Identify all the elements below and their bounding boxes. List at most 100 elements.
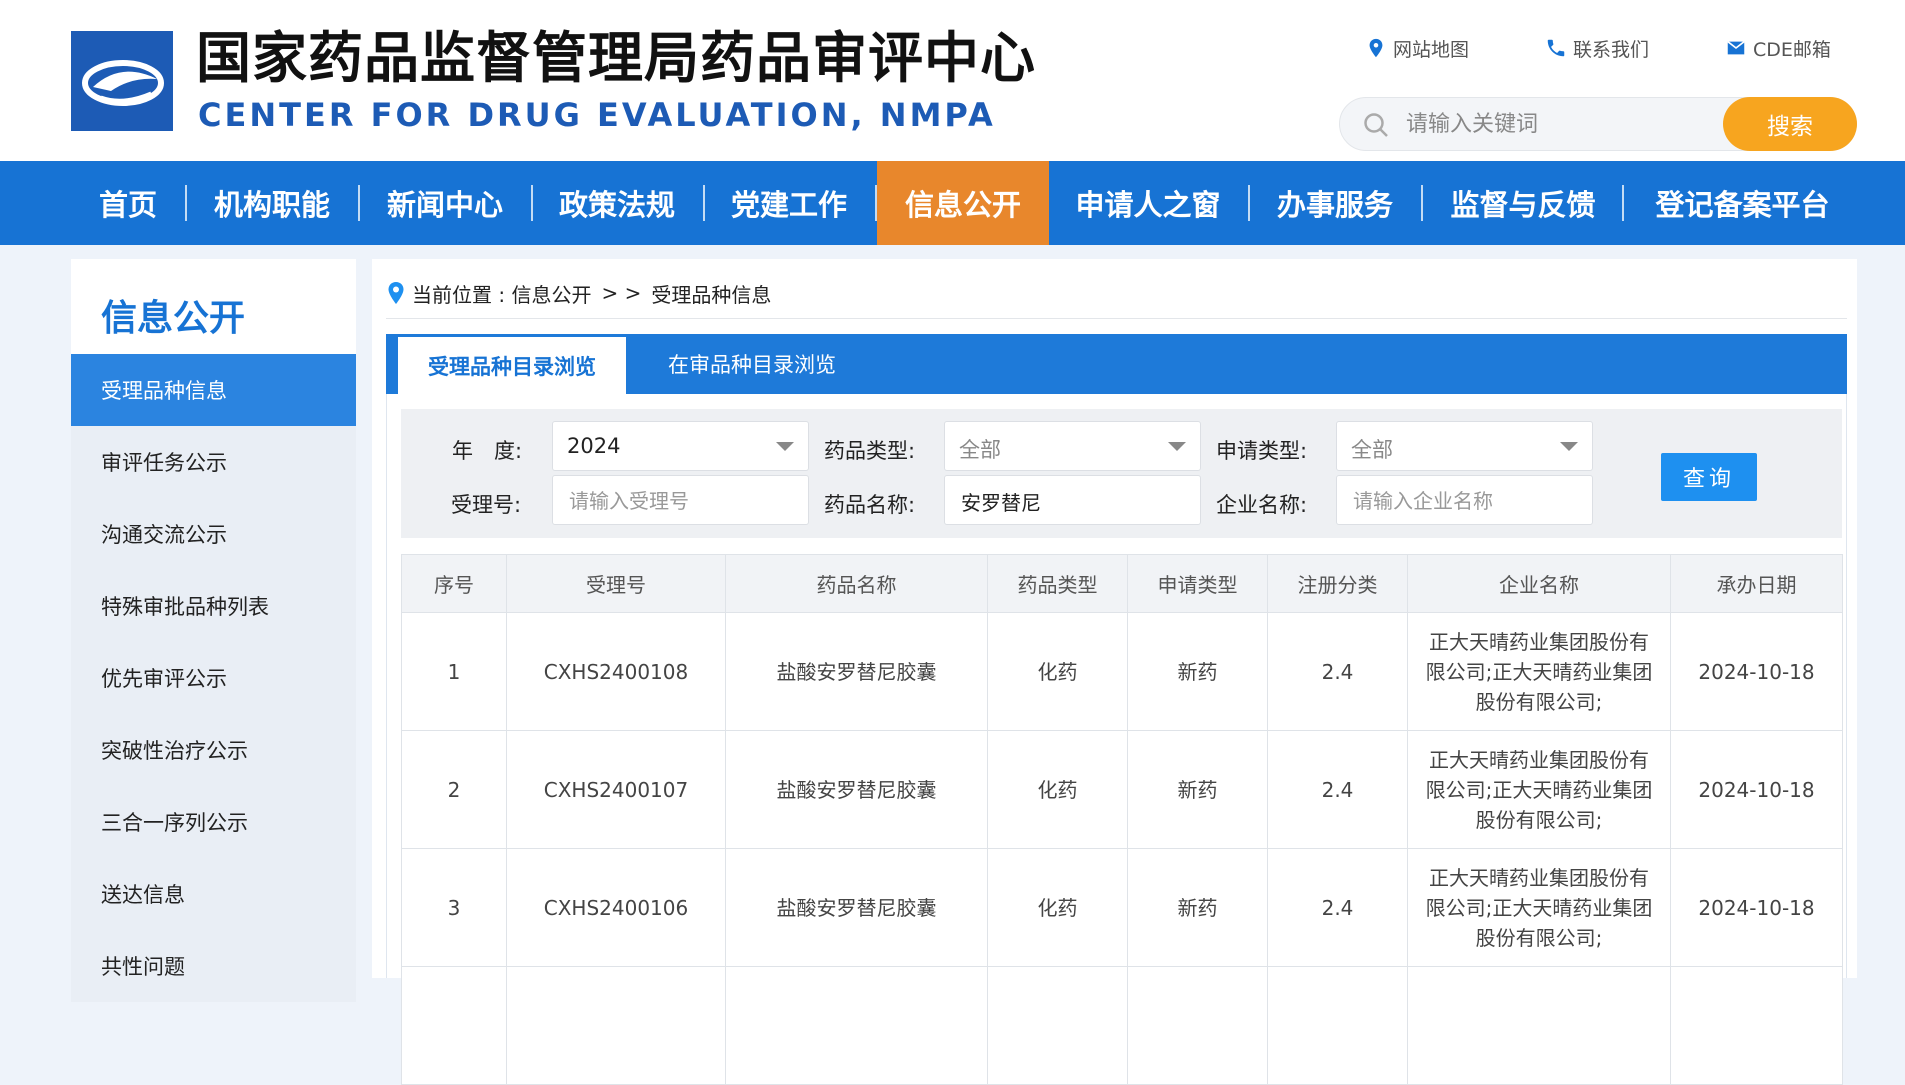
- main-content: 当前位置 : 信息公开 > > 受理品种信息 受理品种目录浏览 在审品种目录浏览…: [372, 259, 1857, 1085]
- sidebar-item-common-issues[interactable]: 共性问题: [71, 930, 356, 1002]
- sitemap-link[interactable]: 网站地图: [1365, 34, 1469, 62]
- nav-divider: [531, 185, 533, 221]
- nav-item-supervision[interactable]: 监督与反馈: [1438, 161, 1608, 245]
- chevron-down-icon: [1168, 442, 1186, 451]
- main-nav: 首页 机构职能 新闻中心 政策法规 党建工作 信息公开 申请人之窗 办事服务 监…: [0, 161, 1905, 245]
- cell-index: 2: [401, 730, 507, 849]
- drug-name-field: [944, 475, 1201, 525]
- tab-bar: 受理品种目录浏览 在审品种目录浏览: [386, 334, 1847, 394]
- company-input[interactable]: [1351, 487, 1571, 515]
- chevron-down-icon: [1560, 442, 1578, 451]
- sidebar-item-review-tasks[interactable]: 审评任务公示: [71, 426, 356, 498]
- cde-logo[interactable]: [71, 31, 173, 131]
- nav-divider: [358, 185, 360, 221]
- tab-in-review-catalog[interactable]: 在审品种目录浏览: [642, 334, 862, 394]
- sidebar-item-breakthrough[interactable]: 突破性治疗公示: [71, 714, 356, 786]
- breadcrumb-divider: [386, 318, 1847, 319]
- apply-type-select[interactable]: 全部: [1336, 421, 1593, 471]
- cell-date: 2024-10-18: [1670, 612, 1843, 731]
- nav-divider: [1622, 185, 1624, 221]
- cell-index: 3: [401, 848, 507, 967]
- cell-company: 正大天晴药业集团股份有限公司;正大天晴药业集团股份有限公司;: [1407, 612, 1671, 731]
- column-header[interactable]: 序号: [401, 554, 507, 613]
- year-select[interactable]: 2024: [552, 421, 809, 471]
- nav-item-policy[interactable]: 政策法规: [548, 161, 686, 245]
- cell-accept-no[interactable]: [506, 966, 726, 1085]
- cell-company: 正大天晴药业集团股份有限公司;正大天晴药业集团股份有限公司;: [1407, 848, 1671, 967]
- cell-reg-class: 2.4: [1267, 848, 1408, 967]
- results-table: 序号 受理号 药品名称 药品类型 申请类型 注册分类 企业名称 承办日期 1 C…: [401, 554, 1843, 1085]
- column-header[interactable]: 受理号: [506, 554, 726, 613]
- location-pin-icon: [388, 282, 404, 304]
- sitemap-label: 网站地图: [1393, 38, 1470, 61]
- cell-accept-no[interactable]: CXHS2400107: [506, 730, 726, 849]
- search-button[interactable]: 搜索: [1723, 97, 1857, 151]
- cde-mail-label: CDE邮箱: [1753, 38, 1831, 61]
- nav-item-home[interactable]: 首页: [90, 161, 166, 245]
- nav-item-registration[interactable]: 登记备案平台: [1640, 161, 1845, 245]
- cell-reg-class: [1267, 966, 1408, 1085]
- sidebar-title: 信息公开: [101, 298, 246, 339]
- cell-index: 1: [401, 612, 507, 731]
- sidebar-item-priority-review[interactable]: 优先审评公示: [71, 642, 356, 714]
- site-title-en: CENTER FOR DRUG EVALUATION, NMPA: [198, 96, 996, 134]
- tab-accepted-catalog[interactable]: 受理品种目录浏览: [398, 337, 626, 394]
- breadcrumb: 当前位置 : 信息公开 > > 受理品种信息: [386, 279, 771, 307]
- cell-company: [1407, 966, 1671, 1085]
- year-value: 2024: [567, 434, 621, 458]
- drug-type-select[interactable]: 全部: [944, 421, 1201, 471]
- cell-date: [1670, 966, 1843, 1085]
- column-header[interactable]: 注册分类: [1267, 554, 1408, 613]
- breadcrumb-prefix[interactable]: 当前位置 : 信息公开: [412, 279, 591, 308]
- phone-icon: [1547, 39, 1565, 57]
- nav-item-party[interactable]: 党建工作: [720, 161, 858, 245]
- year-label: 年 度:: [452, 439, 523, 463]
- sidebar-item-communication[interactable]: 沟通交流公示: [71, 498, 356, 570]
- table-row[interactable]: 3 CXHS2400106 盐酸安罗替尼胶囊 化药 新药 2.4 正大天晴药业集…: [401, 848, 1843, 967]
- cell-apply-type: 新药: [1127, 848, 1268, 967]
- accept-no-field: [552, 475, 809, 525]
- nav-divider: [1421, 185, 1423, 221]
- cell-date: 2024-10-18: [1670, 848, 1843, 967]
- column-header[interactable]: 药品类型: [987, 554, 1128, 613]
- contact-link[interactable]: 联系我们: [1545, 34, 1649, 62]
- cell-drug-name: 盐酸安罗替尼胶囊: [725, 730, 988, 849]
- query-button[interactable]: 查询: [1661, 453, 1757, 501]
- chevron-down-icon: [776, 442, 794, 451]
- drug-name-label: 药品名称:: [824, 493, 916, 517]
- cell-accept-no[interactable]: CXHS2400108: [506, 612, 726, 731]
- search-input[interactable]: [1404, 108, 1704, 140]
- sidebar-item-special-approval[interactable]: 特殊审批品种列表: [71, 570, 356, 642]
- column-header[interactable]: 药品名称: [725, 554, 988, 613]
- breadcrumb-separator: > >: [601, 281, 642, 305]
- table-row[interactable]: 1 CXHS2400108 盐酸安罗替尼胶囊 化药 新药 2.4 正大天晴药业集…: [401, 612, 1843, 731]
- cell-company: 正大天晴药业集团股份有限公司;正大天晴药业集团股份有限公司;: [1407, 730, 1671, 849]
- column-header[interactable]: 企业名称: [1407, 554, 1671, 613]
- top-links: 网站地图 联系我们 CDE邮箱: [1365, 34, 1845, 62]
- cell-drug-type: 化药: [987, 730, 1128, 849]
- breadcrumb-current: 受理品种信息: [651, 282, 772, 307]
- accept-no-input[interactable]: [567, 487, 787, 515]
- sidebar-item-three-in-one[interactable]: 三合一序列公示: [71, 786, 356, 858]
- column-header[interactable]: 申请类型: [1127, 554, 1268, 613]
- nav-item-applicant[interactable]: 申请人之窗: [1063, 161, 1233, 245]
- column-header[interactable]: 承办日期: [1670, 554, 1843, 613]
- nav-item-info-public[interactable]: 信息公开: [877, 161, 1049, 245]
- cell-accept-no[interactable]: CXHS2400106: [506, 848, 726, 967]
- nav-item-services[interactable]: 办事服务: [1266, 161, 1404, 245]
- cell-drug-name: [725, 966, 988, 1085]
- cell-reg-class: 2.4: [1267, 730, 1408, 849]
- sidebar-item-delivery[interactable]: 送达信息: [71, 858, 356, 930]
- table-row[interactable]: [401, 966, 1843, 1085]
- mail-icon: [1727, 40, 1745, 55]
- nav-item-functions[interactable]: 机构职能: [203, 161, 341, 245]
- cell-drug-name: 盐酸安罗替尼胶囊: [725, 612, 988, 731]
- cell-apply-type: [1127, 966, 1268, 1085]
- cde-mail-link[interactable]: CDE邮箱: [1725, 34, 1831, 62]
- cell-reg-class: 2.4: [1267, 612, 1408, 731]
- nav-item-news[interactable]: 新闻中心: [376, 161, 514, 245]
- filter-panel: 年 度: 2024 药品类型: 全部 申请类型: 全部 受理号: 药品名称: 企…: [401, 409, 1842, 538]
- drug-name-input[interactable]: [959, 487, 1179, 515]
- table-row[interactable]: 2 CXHS2400107 盐酸安罗替尼胶囊 化药 新药 2.4 正大天晴药业集…: [401, 730, 1843, 849]
- sidebar-item-accepted-varieties[interactable]: 受理品种信息: [71, 354, 356, 426]
